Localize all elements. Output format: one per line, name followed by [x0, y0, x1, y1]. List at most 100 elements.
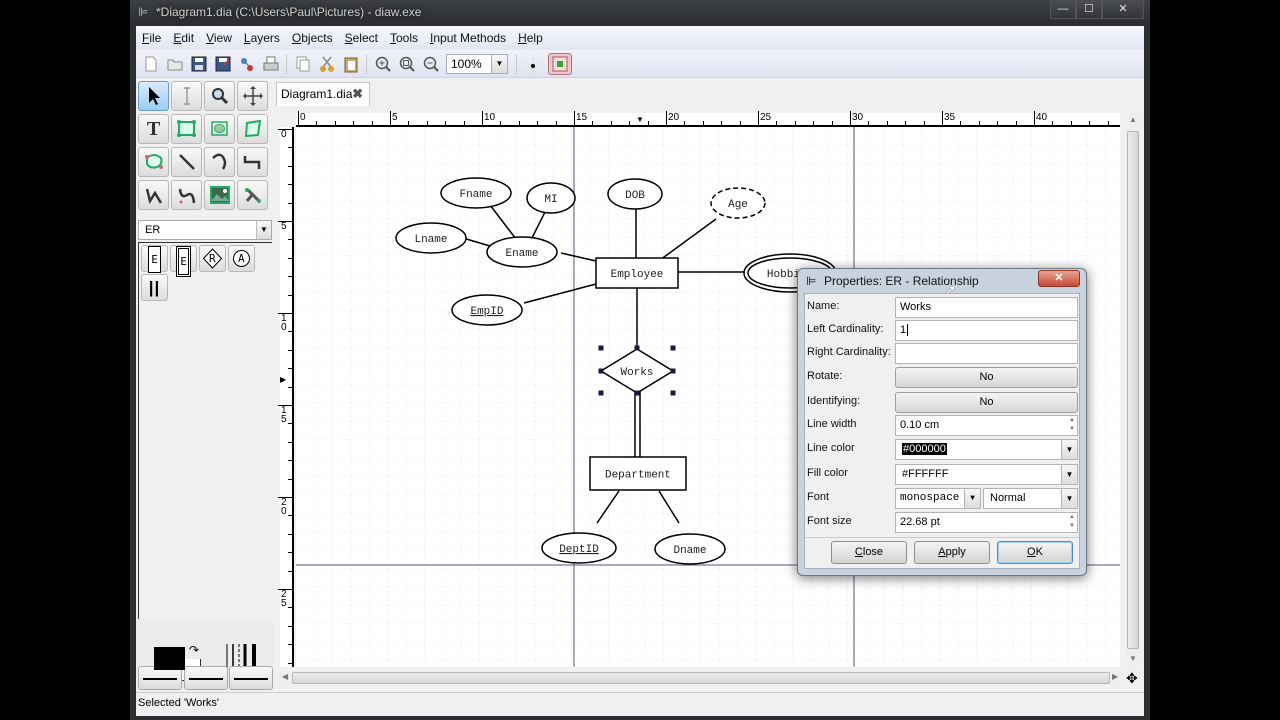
outline-tool[interactable]	[237, 180, 268, 210]
ellipse-tool[interactable]	[204, 114, 235, 144]
menu-help[interactable]: Help	[518, 31, 543, 45]
chevron-down-icon[interactable]: ▼	[1061, 440, 1077, 459]
close-window-button[interactable]: ✕	[1102, 0, 1144, 19]
chevron-down-icon[interactable]: ▼	[1061, 465, 1077, 484]
scroll-left-icon[interactable]: ◀	[282, 672, 288, 681]
font-family-select[interactable]: monospace ▼	[895, 488, 981, 509]
right-cardinality-input[interactable]	[895, 343, 1078, 364]
end-arrow-button[interactable]	[229, 666, 273, 690]
swap-colors-icon[interactable]: ↷	[189, 643, 199, 657]
scroll-down-icon[interactable]: ▼	[1129, 654, 1137, 663]
scroll-tool[interactable]	[237, 81, 268, 111]
cut-icon[interactable]	[318, 55, 336, 73]
selection-handle[interactable]	[598, 368, 604, 374]
magnify-tool[interactable]	[204, 81, 235, 111]
selection-handle[interactable]	[634, 390, 640, 396]
selection-handle[interactable]	[670, 368, 676, 374]
zoom-in-icon[interactable]	[374, 55, 392, 73]
entity-employee[interactable]: Employee	[595, 257, 679, 289]
export-icon[interactable]	[238, 55, 256, 73]
object-snapping-icon[interactable]	[548, 53, 572, 75]
minimize-button[interactable]: —	[1050, 0, 1076, 19]
attribute-fname[interactable]: Fname	[440, 177, 512, 209]
ok-button[interactable]: OK	[997, 541, 1073, 564]
dialog-close-button[interactable]: ✕	[1038, 270, 1080, 287]
attribute-deptid[interactable]: DeptID	[541, 532, 617, 564]
paste-icon[interactable]	[342, 55, 360, 73]
beziergon-tool[interactable]	[138, 147, 169, 177]
attribute-lname[interactable]: Lname	[395, 222, 467, 254]
line-tool[interactable]	[171, 147, 202, 177]
selection-handle[interactable]	[670, 345, 676, 351]
selection-handle[interactable]	[598, 390, 604, 396]
snap-to-grid-icon[interactable]	[524, 55, 542, 73]
spin-buttons-icon[interactable]: ▲ ▼	[1067, 416, 1077, 435]
image-tool[interactable]	[204, 180, 235, 210]
dialog-title-bar[interactable]: ⊫ Properties: ER - Relationship ✕	[798, 269, 1086, 293]
rotate-toggle[interactable]: No	[895, 367, 1078, 388]
maximize-button[interactable]: ☐	[1076, 0, 1102, 19]
attribute-empid[interactable]: EmpID	[451, 294, 523, 326]
fill-color-input[interactable]: #FFFFFF ▼	[895, 464, 1078, 485]
title-bar[interactable]: ⊫ *Diagram1.dia (C:\Users\Paul\Pictures)…	[130, 0, 1150, 26]
attribute-mi[interactable]: MI	[526, 182, 576, 214]
line-color-input[interactable]: #000000 ▼	[895, 439, 1078, 460]
left-cardinality-input[interactable]: 1	[895, 320, 1078, 341]
er-attribute-shape[interactable]: A	[228, 245, 255, 272]
menu-file[interactable]: File	[142, 31, 161, 45]
zoom-out-icon[interactable]	[422, 55, 440, 73]
zoom-level-select[interactable]: 100% ▼	[446, 54, 508, 74]
chevron-down-icon[interactable]: ▼	[1061, 489, 1077, 508]
menu-view[interactable]: View	[206, 31, 232, 45]
copy-icon[interactable]	[294, 55, 312, 73]
identifying-toggle[interactable]: No	[895, 392, 1078, 413]
menu-tools[interactable]: Tools	[390, 31, 418, 45]
menu-select[interactable]: Select	[345, 31, 378, 45]
bezier-line-tool[interactable]	[171, 180, 202, 210]
vertical-scrollbar[interactable]: ▲ ▼	[1126, 113, 1140, 669]
chevron-down-icon[interactable]: ▼	[256, 221, 271, 239]
font-size-input[interactable]: 22.68 pt ▲ ▼	[895, 512, 1078, 533]
selection-handle[interactable]	[634, 345, 640, 351]
text-tool[interactable]: T	[138, 114, 169, 144]
er-relationship-shape[interactable]: R	[199, 245, 226, 272]
close-button[interactable]: Close	[831, 541, 907, 564]
save-as-icon[interactable]	[214, 55, 232, 73]
line-style-button[interactable]	[184, 666, 228, 690]
chevron-down-icon[interactable]: ▼	[491, 55, 507, 73]
new-icon[interactable]	[142, 55, 160, 73]
line-width-input[interactable]: 0.10 cm ▲ ▼	[895, 415, 1078, 436]
close-tab-icon[interactable]: ✖	[352, 83, 363, 105]
attribute-ename[interactable]: Ename	[486, 236, 558, 268]
spin-buttons-icon[interactable]: ▲ ▼	[1067, 513, 1077, 532]
horizontal-scrollbar[interactable]: ◀ ▶	[280, 671, 1122, 685]
attribute-dname[interactable]: Dname	[654, 533, 726, 565]
attribute-age[interactable]: Age	[710, 187, 766, 219]
chevron-down-icon[interactable]: ▼	[964, 489, 980, 508]
pointer-tool[interactable]	[138, 81, 169, 111]
apply-button[interactable]: Apply	[914, 541, 990, 564]
text-edit-tool[interactable]	[171, 81, 202, 111]
polygon-tool[interactable]	[237, 114, 268, 144]
selection-handle[interactable]	[598, 345, 604, 351]
zigzag-line-tool[interactable]	[237, 147, 268, 177]
box-tool[interactable]	[171, 114, 202, 144]
font-style-select[interactable]: Normal ▼	[983, 488, 1078, 509]
menu-layers[interactable]: Layers	[244, 31, 280, 45]
tab-diagram1[interactable]: Diagram1.dia ✖	[276, 82, 370, 106]
print-icon[interactable]	[262, 55, 280, 73]
er-weak-entity-shape[interactable]: E	[170, 245, 197, 277]
menu-input-methods[interactable]: Input Methods	[430, 31, 506, 45]
scroll-right-icon[interactable]: ▶	[1112, 672, 1118, 681]
vertical-scroll-thumb[interactable]	[1127, 131, 1139, 649]
navigation-move-icon[interactable]: ✥	[1126, 670, 1138, 687]
entity-department[interactable]: Department	[589, 456, 687, 491]
name-input[interactable]: Works	[895, 297, 1078, 318]
sheet-select[interactable]: ER ▼	[138, 220, 272, 240]
polyline-tool[interactable]	[138, 180, 169, 210]
horizontal-scroll-thumb[interactable]	[292, 672, 1110, 684]
scroll-up-icon[interactable]: ▲	[1129, 115, 1137, 124]
save-icon[interactable]	[190, 55, 208, 73]
er-entity-shape[interactable]: E	[141, 245, 168, 273]
er-participation-shape[interactable]: ||	[141, 274, 168, 301]
